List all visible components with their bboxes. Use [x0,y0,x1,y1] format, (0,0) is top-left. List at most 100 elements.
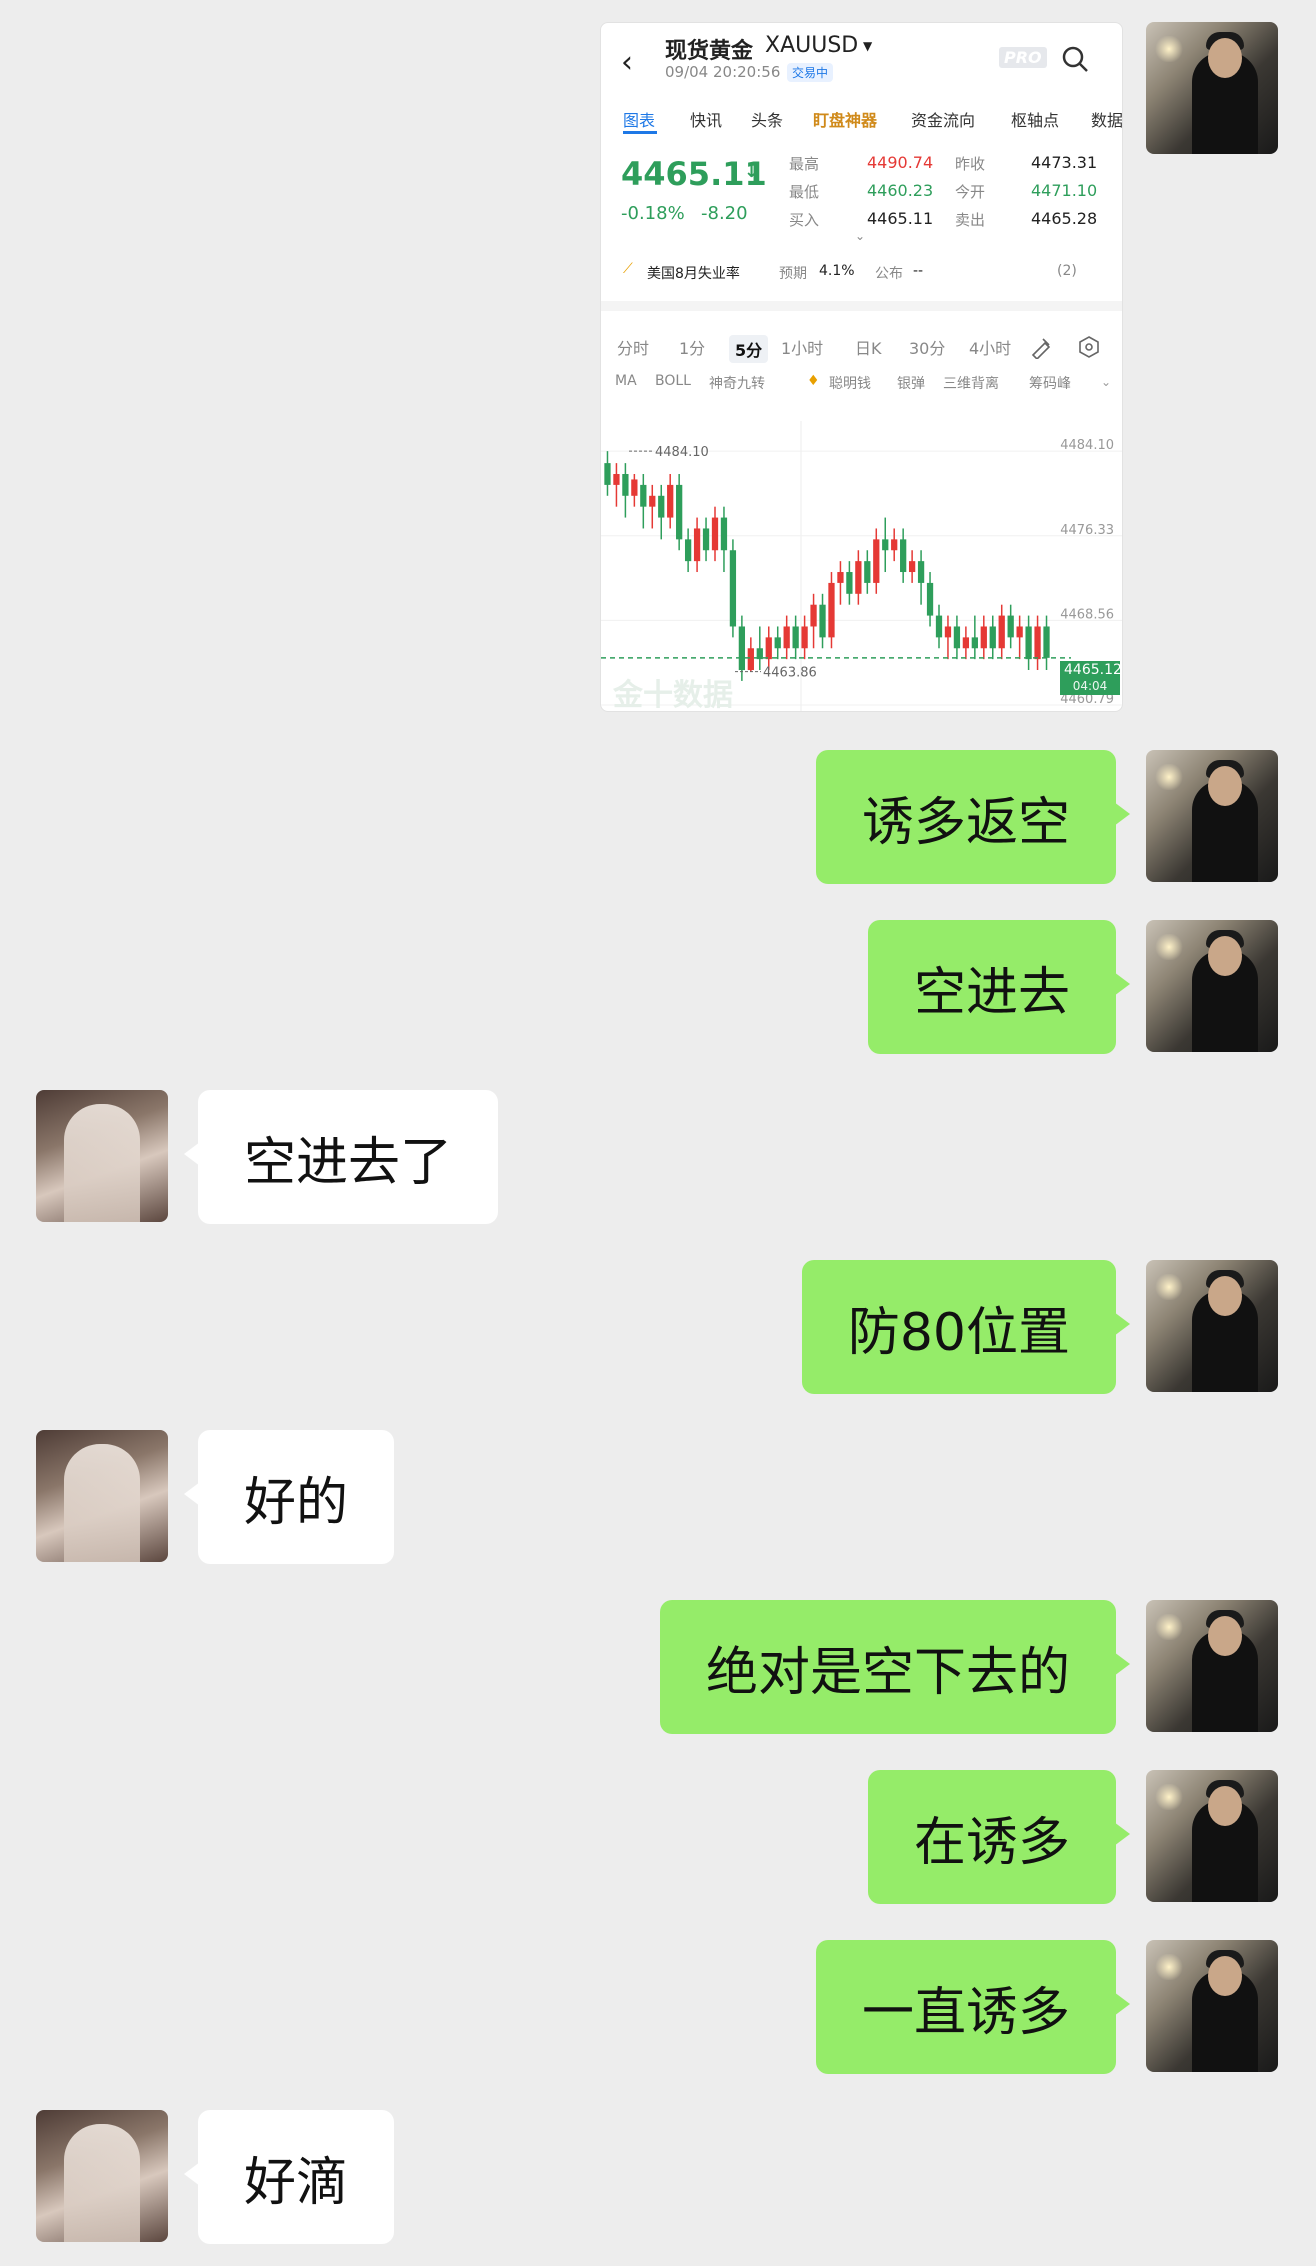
chevron-down-icon[interactable]: ▼ [863,39,872,53]
candle-body [765,637,772,660]
open-value: 4471.10 [1031,181,1098,200]
tab-0[interactable]: 图表 [623,107,655,131]
avatar-receiver[interactable] [36,2110,168,2242]
avatar-receiver[interactable] [36,1090,168,1222]
candle-body [846,572,853,594]
timeframe-5[interactable]: 30分 [909,335,945,359]
indicator-0[interactable]: MA [615,373,637,389]
event-count[interactable]: (2) [1057,263,1077,279]
avatar-sender[interactable] [1146,1940,1278,2072]
buy-value: 4465.11 [867,209,934,228]
avatar-sender[interactable] [1146,920,1278,1052]
candle-body [801,626,808,649]
candle-body [604,463,611,485]
timeframe-1[interactable]: 1分 [679,335,705,359]
candle-body [1043,626,1050,658]
trend-icon: ⟋ [623,261,633,277]
candle-countdown: 04:04 [1072,679,1108,693]
tab-5[interactable]: 枢轴点 [1011,107,1059,131]
publish-label: 公布 [875,266,903,282]
candlestick-chart[interactable]: 4484.104476.334468.564460.79金十数据4484.104… [601,421,1122,711]
event-name[interactable]: 美国8月失业率 [647,263,740,283]
candle-body [774,637,781,649]
candle-body [783,626,790,649]
candle-body [819,604,826,638]
candle-body [998,615,1005,649]
draw-tool-icon[interactable] [1029,335,1053,359]
quote-datetime: 09/04 20:20:56 [665,63,781,81]
indicator-3[interactable]: 聪明钱 [829,373,871,393]
candle-body [1007,615,1014,638]
open-label: 今开 [955,183,986,201]
watermark: 金十数据 [612,678,733,711]
tab-2[interactable]: 头条 [751,107,783,131]
indicator-5[interactable]: 三维背离 [943,373,999,393]
down-arrow-icon: ↓ [744,161,760,182]
candle-body [980,626,987,649]
prev-close-value: 4473.31 [1031,153,1098,172]
message-bubble-sent[interactable]: 在诱多 [867,1770,1131,1904]
shared-chart-screenshot[interactable]: ‹ 现货黄金 XAUUSD ▼ 09/04 20:20:56 交易中 PRO 图… [600,22,1123,712]
candle-body [864,561,871,583]
forecast-value: 4.1% [819,263,855,279]
avatar-sender[interactable] [1146,750,1278,882]
back-icon[interactable]: ‹ [621,45,633,80]
instrument-symbol: XAUUSD [765,33,859,58]
candle-body [891,539,898,551]
avatar-sender[interactable] [1146,22,1278,154]
more-indicators-icon[interactable]: ⌄ [1101,375,1111,389]
candle-body [882,539,889,551]
candle-body [828,582,835,638]
message-bubble-sent[interactable]: 绝对是空下去的 [659,1600,1131,1734]
message-bubble-sent[interactable]: 一直诱多 [815,1940,1131,2074]
candle-body [720,517,728,551]
indicator-1[interactable]: BOLL [655,373,691,389]
indicator-2[interactable]: 神奇九转 [709,373,765,393]
candle-body [658,495,665,518]
candle-body [953,626,961,649]
message-bubble-received[interactable]: 好滴 [183,2110,395,2244]
max-marker-label: 4484.10 [655,445,709,460]
message-bubble-received[interactable]: 空进去了 [183,1090,499,1224]
message-bubble-sent[interactable]: 防80位置 [801,1260,1131,1394]
avatar-receiver[interactable] [36,1430,168,1562]
avatar-sender[interactable] [1146,1600,1278,1732]
timeframe-3[interactable]: 1小时 [781,335,823,359]
sell-label: 卖出 [955,211,986,229]
search-icon[interactable] [1061,45,1089,73]
candle-body [926,582,934,616]
change-amount: -8.20 [701,203,748,224]
candle-body [729,550,737,627]
last-price-tag: 4465.12 04:04 [1060,661,1122,695]
min-marker-label: 4463.86 [763,666,817,681]
candle-body [649,495,656,507]
message-bubble-sent[interactable]: 空进去 [867,920,1131,1054]
instrument-title: 现货黄金 [665,39,754,64]
candle-body [684,539,692,562]
pro-badge[interactable]: PRO [999,47,1047,68]
prev-close-label: 昨收 [955,155,986,173]
candle-body [622,474,629,496]
candle-body [873,539,880,583]
avatar-sender[interactable] [1146,1770,1278,1902]
tab-1[interactable]: 快讯 [690,107,722,131]
sell-value: 4465.28 [1031,209,1098,228]
expand-chevron-icon[interactable]: ⌄ [855,229,865,243]
indicator-6[interactable]: 筹码峰 [1029,373,1071,393]
timeframe-2[interactable]: 5分 [729,335,769,363]
last-price-tag-value: 4465.12 [1064,662,1122,678]
timeframe-0[interactable]: 分时 [617,335,649,359]
tab-4[interactable]: 资金流向 [911,107,975,131]
avatar-sender[interactable] [1146,1260,1278,1392]
message-bubble-sent[interactable]: 诱多返空 [815,750,1131,884]
timeframe-4[interactable]: 日K [855,335,882,359]
message-bubble-received[interactable]: 好的 [183,1430,395,1564]
indicator-4[interactable]: 银弹 [897,373,925,393]
timeframe-6[interactable]: 4小时 [969,335,1011,359]
candle-body [792,626,799,649]
candle-body [738,626,746,671]
settings-hexagon-icon[interactable] [1077,335,1101,359]
candle-body [711,517,719,551]
tab-3[interactable]: 盯盘神器 [813,107,877,131]
tab-6[interactable]: 数据 [1091,107,1122,131]
